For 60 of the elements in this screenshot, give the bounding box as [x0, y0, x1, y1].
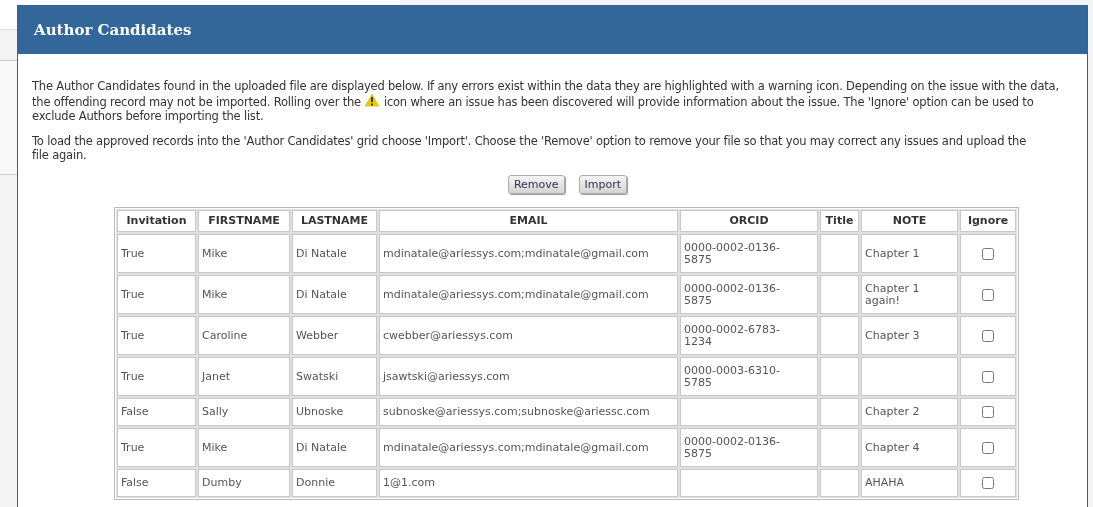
column-header: FIRSTNAME	[208, 214, 280, 227]
table-cell: mdinatale@ariessys.com;mdinatale@gmail.com	[383, 246, 649, 260]
table-cell: Di Natale	[296, 440, 347, 454]
ignore-checkbox[interactable]	[982, 406, 994, 418]
action-button[interactable]: Import	[578, 175, 628, 194]
table-cell: True	[121, 440, 145, 454]
table-cell-text: Chapter 1 again!	[865, 282, 921, 307]
ignore-checkbox[interactable]	[982, 370, 994, 383]
intro-paragraph: The Author Candidates found in the uploaded file are displayed below. If any errors exist within the data they are highlighted with a warning icon. Depending on the issue with the data, the offending record may not be imported. Rolling over the icon where an issue has been discovered will provide information about the issue. The 'Ignore' option can be used to exclude Authors before importing the list.	[32, 79, 1060, 123]
table-cell: Webber	[296, 328, 339, 342]
column-header: LASTNAME	[300, 214, 369, 227]
column-header: EMAIL	[509, 214, 548, 227]
table-cell: Donnie	[296, 476, 335, 489]
table-cell: Janet	[202, 369, 231, 383]
table-cell: False	[121, 476, 149, 489]
table-cell: mdinatale@ariessys.com;mdinatale@gmail.com	[383, 287, 649, 301]
table-cell-text: Chapter 2	[865, 406, 921, 418]
table-cell: jsawtski@ariessys.com	[383, 369, 510, 383]
table-cell-text: 0000-0002-0136-5875	[684, 282, 781, 307]
table-cell: True	[121, 328, 145, 342]
ignore-checkbox[interactable]	[982, 329, 994, 342]
table-cell: True	[121, 287, 145, 301]
ignore-checkbox[interactable]	[982, 288, 994, 301]
table-cell: subnoske@ariessys.com;subnoske@ariessc.com	[383, 405, 650, 418]
table-cell-text: AHAHA	[865, 477, 906, 489]
table-cell: Ubnoske	[296, 405, 344, 418]
table-cell: Dumby	[202, 476, 242, 489]
warning-icon	[364, 93, 381, 107]
ignore-checkbox[interactable]	[982, 477, 994, 489]
table-cell: Mike	[202, 246, 228, 260]
table-cell: Swatski	[296, 369, 339, 383]
ignore-checkbox[interactable]	[982, 247, 994, 260]
instructions-paragraph: To load the approved records into the 'Author Candidates' grid choose 'Import'. Choose the 'Remove' option to remove your file so that you may correct any issues and upload the file again.	[32, 134, 1028, 162]
column-header: Invitation	[126, 214, 187, 227]
table-cell: 1@1.com	[383, 476, 435, 489]
table-cell: Sally	[202, 405, 229, 418]
action-button[interactable]: Remove	[507, 175, 565, 194]
table-cell: Di Natale	[296, 287, 347, 301]
table-cell-text: Chapter 1	[865, 247, 921, 260]
ignore-checkbox[interactable]	[982, 441, 994, 454]
column-header: Ignore	[967, 214, 1009, 227]
table-cell: cwebber@ariessys.com	[383, 328, 513, 342]
table-cell-text: Chapter 3	[865, 329, 921, 342]
table-cell-text: 0000-0002-0136-5875	[684, 435, 781, 460]
column-header: Title	[825, 214, 854, 227]
table-cell-text: Chapter 4	[865, 441, 921, 454]
table-cell: True	[121, 369, 145, 383]
table-cell-text: 0000-0003-6310-5785	[684, 364, 781, 389]
table-cell: Caroline	[202, 328, 248, 342]
dialog-title: Author Candidates	[34, 19, 192, 41]
table-cell: mdinatale@ariessys.com;mdinatale@gmail.com	[383, 440, 649, 454]
table-cell-text: 0000-0002-6783-1234	[684, 323, 781, 348]
table-cell: Mike	[202, 287, 228, 301]
table-cell-text: 0000-0002-0136-5875	[684, 241, 781, 266]
table-cell: Mike	[202, 440, 228, 454]
column-header: ORCID	[729, 214, 769, 227]
column-header: NOTE	[892, 214, 927, 227]
table-cell: Di Natale	[296, 246, 347, 260]
table-cell: False	[121, 405, 149, 418]
table-cell: True	[121, 246, 145, 260]
